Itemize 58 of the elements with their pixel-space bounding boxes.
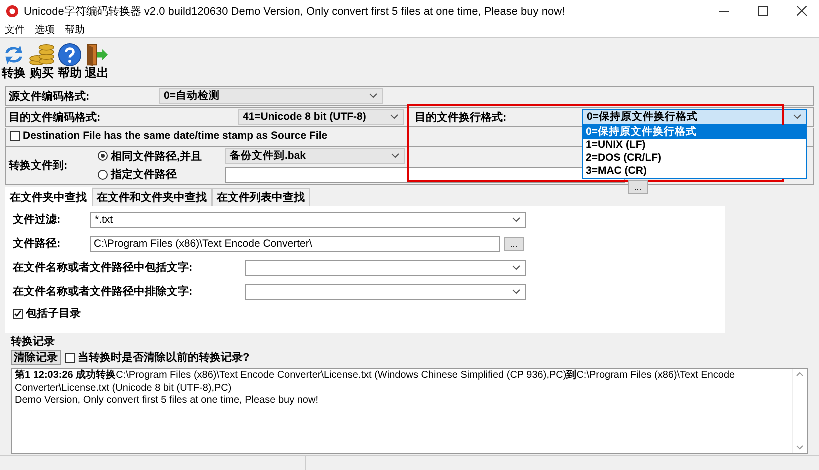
backup-dropdown[interactable]: 备份文件到.bak: [225, 148, 405, 164]
chevron-down-icon: [390, 114, 399, 120]
dropdown-option[interactable]: 0=保持原文件换行格式: [583, 126, 806, 139]
window-title: Unicode字符编码转换器 v2.0 build120630 Demo Version, Only convert first 5 files at one time, Please buy now!: [24, 4, 566, 18]
dropdown-option[interactable]: 1=UNIX (LF): [583, 139, 806, 152]
target-encoding-dropdown[interactable]: 41=Unicode 8 bit (UTF-8): [238, 109, 404, 125]
radio-option[interactable]: 相同文件路径,并且: [98, 148, 225, 164]
filter-dropdown[interactable]: *.txt: [90, 212, 526, 228]
door-arrow-icon: [85, 43, 109, 67]
browse-button[interactable]: ...: [628, 180, 648, 194]
field-label: 文件路径:: [13, 236, 62, 251]
field-label: 在文件名称或者文件路径中包括文字:: [13, 260, 194, 275]
chevron-down-icon: [512, 216, 521, 222]
check-icon: [14, 310, 22, 318]
app-icon: [6, 4, 19, 18]
field-label: 源文件编码格式:: [8, 90, 91, 104]
scroll-up-icon[interactable]: [796, 372, 804, 377]
tab[interactable]: 在文件和文件夹中查找: [92, 188, 212, 206]
exclude-text-dropdown[interactable]: [245, 284, 526, 300]
line-ending-dropdown[interactable]: 0=保持原文件换行格式: [582, 109, 807, 125]
browse-button[interactable]: ...: [504, 236, 524, 250]
dropdown-option[interactable]: 2=DOS (CR/LF): [583, 152, 806, 165]
log-line: Demo Version, Only convert first 5 files at one time, Please buy now!: [15, 395, 320, 408]
dropdown-option[interactable]: 3=MAC (CR): [583, 165, 806, 178]
toolbar-button[interactable]: 转换: [2, 43, 26, 85]
chevron-down-icon: [512, 288, 521, 294]
menu-item[interactable]: 文件: [5, 22, 25, 36]
field-label: 目的文件编码格式:: [8, 110, 102, 124]
minimize-icon[interactable]: [719, 10, 729, 12]
toolbar-button[interactable]: 购买: [29, 43, 55, 85]
menu-item[interactable]: 帮助: [65, 22, 85, 36]
menu-item[interactable]: 选项: [35, 22, 55, 36]
field-label: 文件过滤:: [13, 212, 62, 227]
chevron-down-icon: [512, 264, 521, 270]
scroll-down-icon[interactable]: [796, 445, 804, 450]
subdirectory-checkbox[interactable]: 包括子目录: [13, 306, 717, 321]
chevron-down-icon: [793, 114, 802, 120]
include-text-dropdown[interactable]: [245, 260, 526, 276]
log-line: 第1 12:03:26 成功转换C:\Program Files (x86)\Text Encode Converter\License.txt (Windows Chinese Simplified (CP 936),PC)到C:\Program Files (x86)\Text Encode Converter\License.txt (Unicode 8 bit (UTF-8),PC): [15, 370, 736, 395]
maximize-icon[interactable]: [758, 6, 768, 16]
field-label: 转换文件到:: [8, 158, 68, 173]
help-icon: [58, 43, 82, 67]
path-field[interactable]: C:\Program Files (x86)\Text Encode Converter\: [90, 236, 500, 252]
chevron-down-icon: [369, 93, 378, 99]
clear-on-convert-checkbox[interactable]: 当转换时是否清除以前的转换记录?: [65, 350, 250, 365]
radio-option[interactable]: 指定文件路径: [98, 167, 225, 182]
coins-icon: [29, 43, 55, 67]
section-title: 转换记录: [10, 334, 56, 348]
field-label: 在文件名称或者文件路径中排除文字:: [13, 284, 194, 299]
chevron-down-icon: [391, 153, 400, 160]
clear-log-button[interactable]: 清除记录: [11, 350, 61, 365]
tab[interactable]: 在文件夹中查找: [5, 187, 92, 206]
source-encoding-dropdown[interactable]: 0=自动检测: [159, 88, 383, 104]
toolbar-button[interactable]: 帮助: [58, 43, 82, 85]
tab[interactable]: 在文件列表中查找: [212, 188, 310, 206]
toolbar-button[interactable]: 退出: [85, 43, 109, 85]
close-icon[interactable]: [797, 6, 807, 16]
field-label: 目的文件换行格式:: [414, 110, 508, 124]
